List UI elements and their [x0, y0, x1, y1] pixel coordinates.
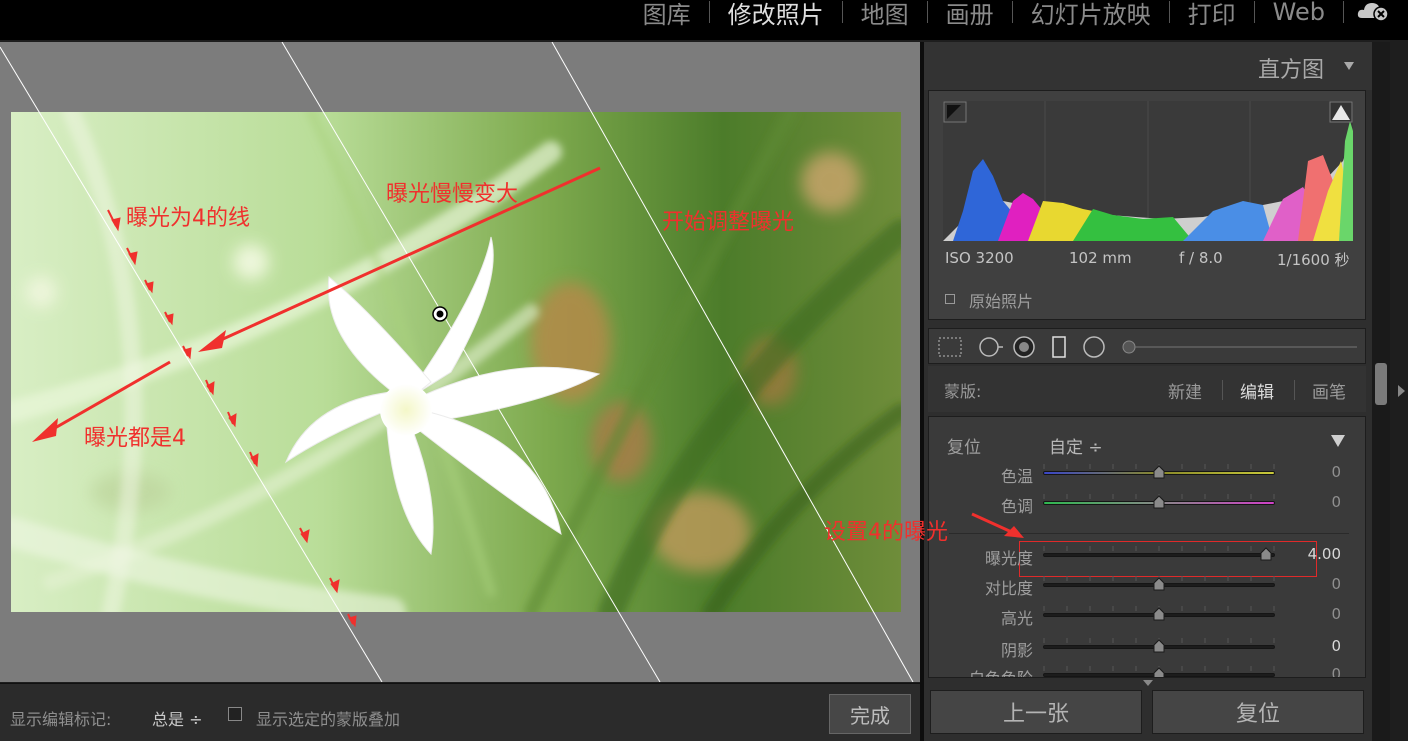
- slider-thumb[interactable]: [1259, 547, 1273, 561]
- module-picker: 图库 修改照片 地图 画册 幻灯片放映 打印 Web: [0, 0, 1408, 40]
- slider-value[interactable]: 0: [1291, 575, 1341, 593]
- annotation-arrow: [971, 512, 1024, 538]
- module-map[interactable]: 地图: [843, 0, 927, 30]
- histogram-graph: [943, 101, 1353, 241]
- slider-value[interactable]: 0: [1291, 493, 1341, 511]
- slider-thumb[interactable]: [1152, 639, 1166, 653]
- slider-label: 白色色阶: [929, 665, 1033, 677]
- iso-readout: ISO 3200: [945, 249, 1014, 267]
- module-web[interactable]: Web: [1255, 0, 1343, 26]
- cloud-sync-icon[interactable]: [1356, 0, 1390, 22]
- histogram-header[interactable]: 直方图: [924, 42, 1372, 90]
- mask-edit-button[interactable]: 编辑: [1240, 378, 1274, 403]
- collapse-triangle-icon[interactable]: [1331, 435, 1345, 447]
- slider-value[interactable]: 0: [1291, 463, 1341, 481]
- focal-length-readout: 102 mm: [1069, 249, 1132, 267]
- mask-overlay-label: 显示选定的蒙版叠加: [256, 710, 401, 729]
- annotation-exposure-growing: 曝光慢慢变大: [386, 182, 519, 207]
- slider-thumb[interactable]: [1152, 607, 1166, 621]
- red-eye-icon[interactable]: [1013, 336, 1035, 358]
- module-slideshow[interactable]: 幻灯片放映: [1013, 0, 1169, 30]
- slider-thumb[interactable]: [1152, 667, 1166, 678]
- mask-row: 蒙版: 新建 编辑 画笔: [928, 366, 1366, 412]
- slider-label: 曝光度: [984, 549, 1033, 568]
- module-print[interactable]: 打印: [1170, 0, 1254, 30]
- show-edit-marks-label: 显示编辑标记:: [10, 710, 112, 729]
- scrollbar-thumb[interactable]: [1375, 363, 1387, 405]
- slider-label: 阴影: [1000, 641, 1033, 660]
- slider-track[interactable]: [1043, 553, 1275, 557]
- adjustment-panel: 复位 自定 ÷ 色温0色调0曝光度4.00对比度0高光0阴影0白色色阶0: [928, 416, 1366, 678]
- mask-overlay-checkbox[interactable]: [228, 707, 242, 721]
- graduated-filter-overlay[interactable]: [0, 42, 920, 682]
- module-separator: [1343, 1, 1344, 23]
- photo-viewer[interactable]: 曝光为4的线 曝光慢慢变大 开始调整曝光 曝光都是4: [0, 42, 920, 682]
- annotation-exposure-all-four: 曝光都是4: [84, 426, 186, 451]
- slider-thumb[interactable]: [1152, 495, 1166, 509]
- mask-separator: [1294, 380, 1295, 400]
- slider-value[interactable]: 4.00: [1291, 545, 1341, 563]
- tool-strip: [928, 328, 1366, 364]
- histogram-panel: ISO 3200 102 mm f / 8.0 1/1600 秒 原始照片: [928, 90, 1366, 320]
- crop-overlay-icon[interactable]: [938, 337, 962, 357]
- module-list: 图库 修改照片 地图 画册 幻灯片放映 打印 Web: [625, 0, 1344, 30]
- lightroom-window: 图库 修改照片 地图 画册 幻灯片放映 打印 Web 曝光为4的线 曝光慢慢变大…: [0, 0, 1408, 741]
- panel-scroll-arrow-icon[interactable]: [1143, 680, 1153, 686]
- previous-button[interactable]: 上一张: [930, 690, 1142, 734]
- slider-thumb[interactable]: [1152, 577, 1166, 591]
- show-edit-marks-select[interactable]: 总是 ÷: [152, 706, 203, 730]
- slider-label: 高光: [1000, 609, 1033, 628]
- annotation-exposure-line: 曝光为4的线: [126, 206, 250, 231]
- reset-button[interactable]: 复位: [1152, 690, 1364, 734]
- slider-label: 色温: [1000, 467, 1033, 486]
- right-panel: 直方图 ISO 3200 102 mm f / 8.0 1/1600 秒 原始照…: [924, 42, 1372, 741]
- annotation-start-adjust: 开始调整曝光: [662, 210, 795, 235]
- original-photo-label: 原始照片: [969, 292, 1034, 311]
- slider-ticks: [1043, 546, 1275, 551]
- histogram-title: 直方图: [1257, 58, 1324, 83]
- module-develop[interactable]: 修改照片: [710, 0, 842, 30]
- graduated-filter-icon[interactable]: [1052, 336, 1066, 358]
- expand-panel-arrow-icon[interactable]: [1398, 385, 1405, 397]
- adjustment-brush-slider[interactable]: [1122, 340, 1357, 354]
- module-library[interactable]: 图库: [625, 0, 709, 30]
- slider-value[interactable]: 0: [1291, 637, 1341, 655]
- mask-label: 蒙版:: [944, 382, 982, 401]
- slider-value[interactable]: 0: [1291, 665, 1341, 677]
- shutter-readout: 1/1600 秒: [1277, 251, 1350, 269]
- slider-value[interactable]: 0: [1291, 605, 1341, 623]
- mask-separator: [1222, 380, 1223, 400]
- mask-brush-button[interactable]: 画笔: [1312, 378, 1346, 403]
- collapse-triangle-icon[interactable]: [1344, 62, 1354, 70]
- radial-filter-icon[interactable]: [1083, 336, 1105, 358]
- annotation-set-exposure: 设置4的曝光: [824, 520, 948, 545]
- slider-thumb[interactable]: [1152, 465, 1166, 479]
- slider-label: 对比度: [984, 579, 1033, 598]
- mask-new-button[interactable]: 新建: [1168, 378, 1202, 403]
- spot-removal-icon[interactable]: [979, 337, 1003, 357]
- aperture-readout: f / 8.0: [1179, 249, 1223, 267]
- module-book[interactable]: 画册: [928, 0, 1012, 30]
- effect-preset-select[interactable]: 自定 ÷: [1049, 433, 1103, 458]
- reset-label[interactable]: 复位: [947, 433, 981, 458]
- bottom-toolbar: 显示编辑标记: 总是 ÷ 显示选定的蒙版叠加 完成: [0, 683, 920, 741]
- done-button[interactable]: 完成: [829, 694, 911, 734]
- original-photo-checkbox[interactable]: [945, 294, 955, 304]
